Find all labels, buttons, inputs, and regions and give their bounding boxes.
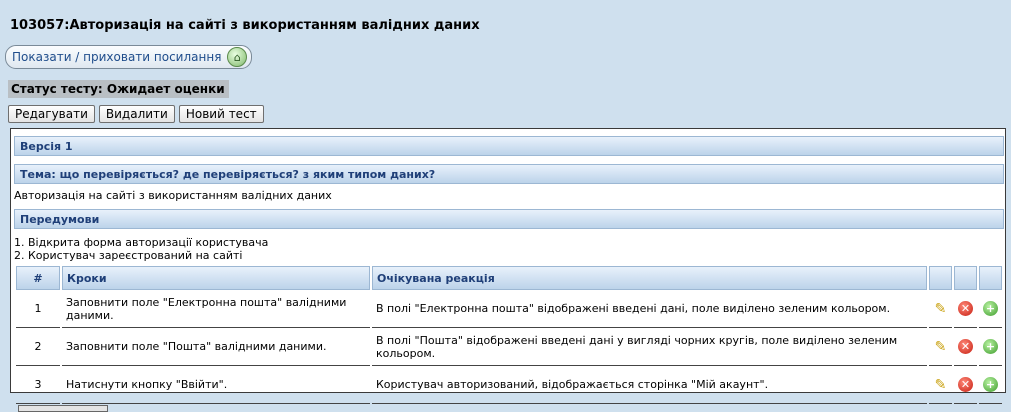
delete-icon[interactable]: ✕ (958, 301, 973, 316)
step-num: 1 (16, 290, 60, 328)
version-header: Версія 1 (14, 136, 1004, 156)
expected-text: В полі "Пошта" відображені введені дані … (372, 328, 927, 366)
table-row: 2 Заповнити поле "Пошта" валідними даним… (16, 328, 1002, 366)
step-text: Заповнити поле "Пошта" валідними даними. (62, 328, 370, 366)
add-icon[interactable]: + (983, 377, 998, 392)
pencil-icon[interactable]: ✎ (933, 377, 948, 393)
links-icon: ⌂ (227, 47, 248, 67)
toggle-links-button[interactable]: Показати / приховати посилання ⌂ (5, 45, 253, 69)
step-text: Заповнити поле "Електронна пошта" валідн… (62, 290, 370, 328)
step-num: 3 (16, 366, 60, 404)
preconditions-header: Передумови (14, 209, 1004, 229)
edit-button[interactable]: Редагувати (8, 105, 95, 123)
step-num: 2 (16, 328, 60, 366)
precondition-item: 2. Користувач зареєстрований на сайті (14, 249, 243, 262)
delete-icon[interactable]: ✕ (958, 339, 973, 354)
bottom-button[interactable] (18, 405, 108, 412)
table-row: 3 Натиснути кнопку "Ввійти". Користувач … (16, 366, 1002, 404)
col-edit (929, 266, 952, 290)
expected-text: В полі "Електронна пошта" відображені вв… (372, 290, 927, 328)
delete-icon[interactable]: ✕ (958, 377, 973, 392)
new-test-button[interactable]: Новий тест (178, 105, 264, 123)
topic-header: Тема: що перевіряється? де перевіряється… (14, 164, 1004, 184)
table-row: 1 Заповнити поле "Електронна пошта" валі… (16, 290, 1002, 328)
toggle-links-label: Показати / приховати посилання (12, 50, 222, 64)
pencil-icon[interactable]: ✎ (933, 339, 948, 355)
col-delete (954, 266, 977, 290)
col-num: # (16, 266, 60, 290)
col-expected: Очікувана реакція (372, 266, 927, 290)
action-bar: Редагувати Видалити Новий тест (8, 105, 264, 123)
expected-text: Користувач авторизований, відображається… (372, 366, 927, 404)
precondition-item: 1. Відкрита форма авторизації користувач… (14, 236, 269, 249)
col-steps: Кроки (62, 266, 370, 290)
steps-table: # Кроки Очікувана реакція 1 Заповнити по… (14, 266, 1004, 404)
pencil-icon[interactable]: ✎ (933, 301, 948, 317)
delete-button[interactable]: Видалити (98, 105, 175, 123)
add-icon[interactable]: + (983, 339, 998, 354)
test-panel: Версія 1 Тема: що перевіряється? де пере… (10, 128, 1006, 404)
col-add (979, 266, 1002, 290)
page-title: 103057:Авторизація на сайті з використан… (10, 18, 480, 33)
step-text: Натиснути кнопку "Ввійти". (62, 366, 370, 404)
add-icon[interactable]: + (983, 301, 998, 316)
status-text: Статус тесту: Ожидает оценки (8, 80, 229, 98)
topic-text: Авторизація на сайті з використанням вал… (14, 189, 332, 202)
